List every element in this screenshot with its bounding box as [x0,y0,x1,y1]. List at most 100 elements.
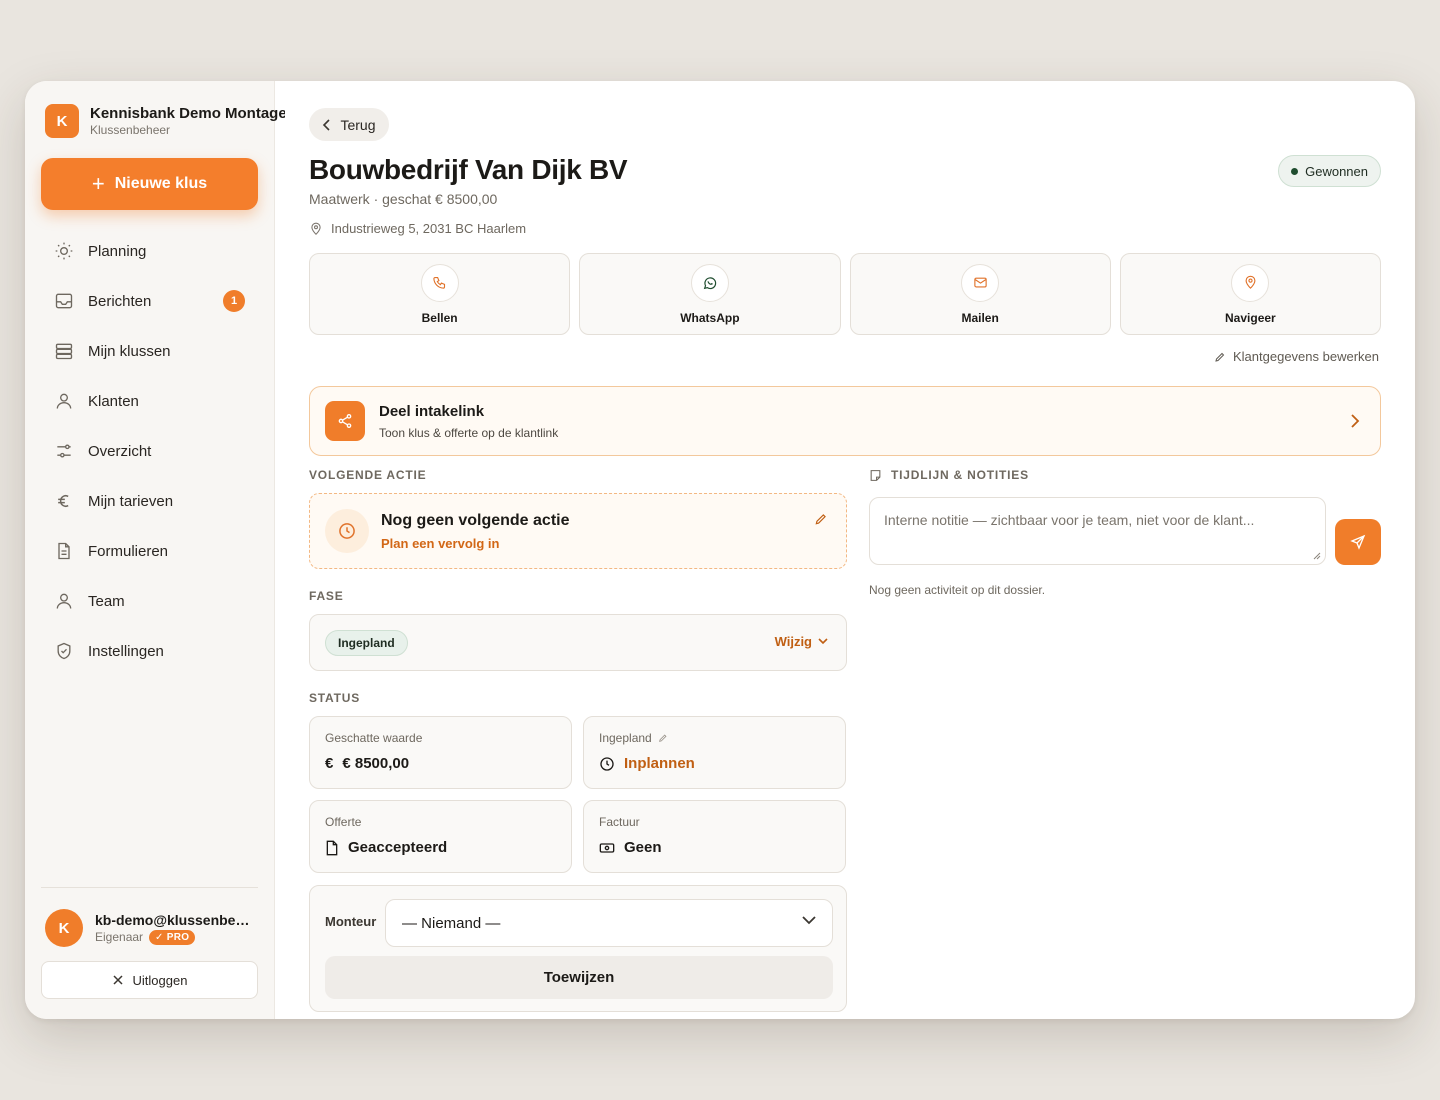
sidebar-item-label: Instellingen [88,642,164,660]
brand-subtitle: Klussenbeheer [90,123,171,137]
note-input[interactable]: Interne notitie — zichtbaar voor je team… [869,497,1326,565]
user-icon [56,593,72,609]
stat-label: Factuur [599,815,640,829]
phone-icon [420,263,459,302]
app-window: K Kennisbank Demo Montage Klussenbeheer … [25,81,1415,1019]
whatsapp-button[interactable]: WhatsApp [579,253,841,335]
note-icon [870,469,881,481]
action-label: Navigeer [1225,310,1276,325]
sidebar-item-team[interactable]: Team [41,576,258,626]
quote-card: Offerte Geaccepteerd [309,800,572,873]
action-label: Bellen [421,310,458,325]
sidebar-item-overzicht[interactable]: Overzicht [41,426,258,476]
sidebar-item-label: Klanten [88,392,139,410]
clock-icon [325,509,369,553]
action-label: WhatsApp [680,310,740,325]
sidebar-item-mijn-tarieven[interactable]: Mijn tarieven [41,476,258,526]
user-icon [56,393,72,409]
stat-value[interactable]: Inplannen [624,755,695,772]
back-label: Terug [340,116,376,133]
back-button[interactable]: Terug [309,108,389,141]
address: Industrieweg 5, 2031 BC Haarlem [309,221,526,236]
brand: K Kennisbank Demo Montage Klussenbeheer [45,104,285,138]
change-phase-button[interactable]: Wijzig [775,634,828,649]
document-icon [326,840,338,855]
brand-logo: K [45,104,79,138]
whatsapp-icon [690,263,729,302]
stat-label: Offerte [325,815,362,829]
banknote-icon [599,842,615,853]
next-action-subtitle[interactable]: Plan een vervolg in [381,536,569,551]
sidebar-item-label: Team [88,592,125,610]
user-role: Eigenaar [95,930,144,944]
pencil-icon[interactable] [814,512,828,526]
sidebar-item-label: Berichten [88,292,152,310]
next-action-card[interactable]: Nog geen volgende actie Plan een vervolg… [309,493,847,569]
scheduled-card[interactable]: Ingepland Inplannen [583,716,846,789]
euro-icon: € [325,755,334,772]
divider [41,887,258,888]
note-placeholder: Interne notitie — zichtbaar voor je team… [884,512,1255,528]
sidebar-item-label: Overzicht [88,442,152,460]
send-icon [1350,534,1366,550]
sidebar-item-planning[interactable]: Planning [41,226,258,276]
section-phase: FASE [309,589,344,603]
phase-tag: Ingepland [325,629,408,656]
call-button[interactable]: Bellen [309,253,571,335]
change-phase-label: Wijzig [774,634,812,649]
inbox-icon [55,293,73,309]
address-text: Industrieweg 5, 2031 BC Haarlem [331,221,527,236]
sidebar-item-formulieren[interactable]: Formulieren [41,526,258,576]
stack-icon [55,343,73,360]
sidebar-item-berichten[interactable]: Berichten 1 [41,276,258,326]
shield-icon [57,642,71,660]
map-pin-icon [1231,263,1270,302]
chevron-down-icon [802,916,816,925]
stat-value: Geaccepteerd [348,839,448,856]
assign-button[interactable]: Toewijzen [325,956,833,999]
user-profile[interactable]: K kb-demo@klussenbeheer.nl Eigenaar ✓ PR… [45,909,260,947]
stat-value: Geen [624,839,662,856]
phase-card: Ingepland Wijzig [309,614,847,671]
status-badge: Gewonnen [1278,155,1381,187]
brand-name: Kennisbank Demo Montage [90,105,285,122]
navigate-button[interactable]: Navigeer [1119,253,1381,335]
unread-badge: 1 [223,290,245,312]
map-pin-icon [311,222,321,235]
close-icon [113,975,123,985]
euro-icon [58,495,69,507]
pencil-icon [1215,352,1225,362]
share-icon [325,401,365,441]
section-status: STATUS [309,691,361,705]
main-content: Terug Bouwbedrijf Van Dijk BV Maatwerk ·… [275,81,1415,1019]
timeline-empty: Nog geen activiteit op dit dossier. [869,583,1046,597]
share-intake-link[interactable]: Deel intakelink Toon klus & offerte op d… [309,386,1381,456]
new-job-button[interactable]: + Nieuwe klus [41,158,258,210]
monteur-select[interactable]: — Niemand — [385,899,833,947]
status-dot [1291,167,1299,175]
avatar: K [45,909,83,947]
clock-icon [600,756,614,771]
action-label: Mailen [961,310,999,325]
mail-button[interactable]: Mailen [849,253,1111,335]
monteur-selected: — Niemand — [402,914,501,932]
intake-subtitle: Toon klus & offerte op de klantlink [379,425,559,440]
sidebar-nav: Planning Berichten 1 Mijn klussen Klante… [41,226,258,676]
send-note-button[interactable] [1335,519,1381,565]
timeline-label: TIJDLIJN & NOTITIES [891,468,1029,482]
pencil-icon [658,734,667,742]
assign-card: Monteur — Niemand — Toewijzen [309,885,847,1012]
edit-client-link[interactable]: Klantgegevens bewerken [1214,349,1379,364]
estimated-value-card: Geschatte waarde € € 8500,00 [309,716,572,789]
logout-button[interactable]: Uitloggen [41,961,258,999]
intake-title: Deel intakelink [379,402,485,420]
resize-handle-icon[interactable] [1313,552,1321,560]
quick-actions: Bellen WhatsApp Mailen Navigeer [309,253,1381,335]
mail-icon [961,263,1000,302]
monteur-label: Monteur [325,914,377,929]
sidebar-item-klanten[interactable]: Klanten [41,376,258,426]
sidebar: K Kennisbank Demo Montage Klussenbeheer … [25,81,285,1019]
sidebar-item-instellingen[interactable]: Instellingen [41,626,258,676]
edit-client-label: Klantgegevens bewerken [1233,349,1379,364]
sidebar-item-mijn-klussen[interactable]: Mijn klussen [41,326,258,376]
